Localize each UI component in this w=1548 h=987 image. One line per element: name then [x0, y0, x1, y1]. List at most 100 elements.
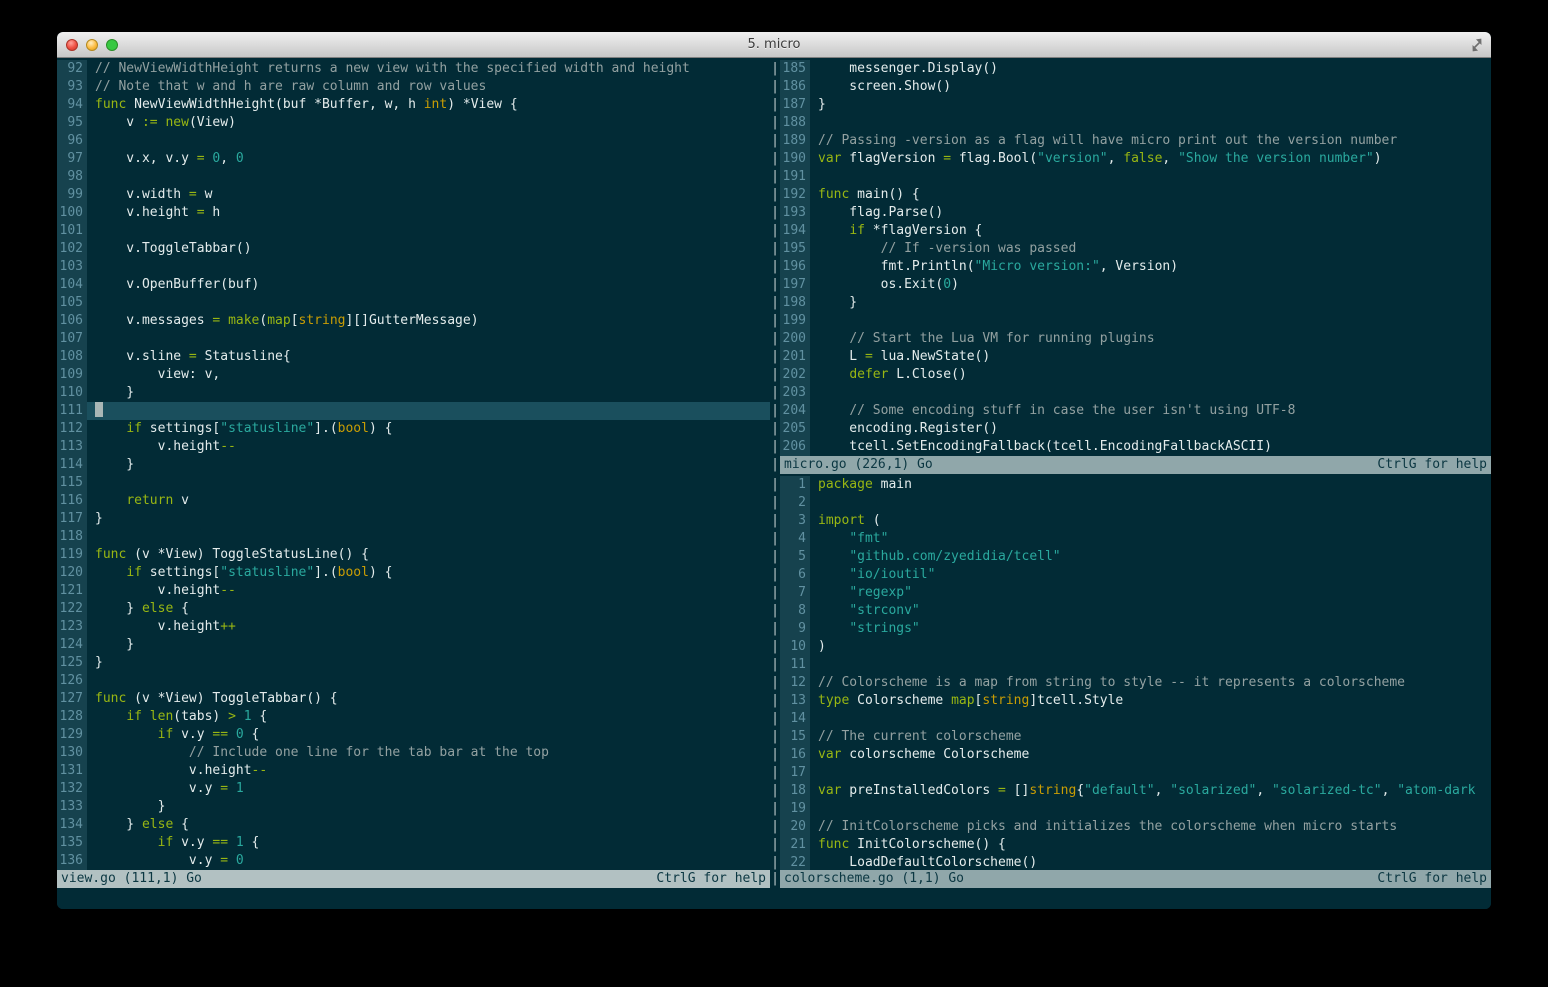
code-line[interactable]: | 185 messenger.Display(): [770, 60, 1491, 78]
code-line[interactable]: | 12 // Colorscheme is a map from string t…: [770, 674, 1491, 692]
code-line[interactable]: 110 }: [57, 384, 770, 402]
line-number: 123: [57, 618, 87, 636]
code-line[interactable]: 118: [57, 528, 770, 546]
code-line[interactable]: 92 // NewViewWidthHeight returns a new vi…: [57, 60, 770, 78]
code-line[interactable]: | 18 var preInstalledColors = []string{"de…: [770, 782, 1491, 800]
code-line[interactable]: | 197 os.Exit(0): [770, 276, 1491, 294]
code-line[interactable]: | 9 "strings": [770, 620, 1491, 638]
code-line[interactable]: 119 func (v *View) ToggleStatusLine() {: [57, 546, 770, 564]
code-line[interactable]: | 205 encoding.Register(): [770, 420, 1491, 438]
code-line[interactable]: | 4 "fmt": [770, 530, 1491, 548]
code-line[interactable]: 111: [57, 402, 770, 420]
code-line[interactable]: 124 }: [57, 636, 770, 654]
code-line[interactable]: 105: [57, 294, 770, 312]
code-line[interactable]: | 19: [770, 800, 1491, 818]
code-line[interactable]: 123 v.height++: [57, 618, 770, 636]
code-line[interactable]: | 188: [770, 114, 1491, 132]
code-line[interactable]: | 202 defer L.Close(): [770, 366, 1491, 384]
code-line[interactable]: 108 v.sline = Statusline{: [57, 348, 770, 366]
code-line[interactable]: 130 // Include one line for the tab bar …: [57, 744, 770, 762]
code-line[interactable]: | 20 // InitColorscheme picks and initiali…: [770, 818, 1491, 836]
code-line[interactable]: | 16 var colorscheme Colorscheme: [770, 746, 1491, 764]
code-line[interactable]: | 201 L = lua.NewState(): [770, 348, 1491, 366]
code-line[interactable]: 116 return v: [57, 492, 770, 510]
code-line[interactable]: | 194 if *flagVersion {: [770, 222, 1491, 240]
code-line[interactable]: | 206 tcell.SetEncodingFallback(tcell.Enc…: [770, 438, 1491, 456]
code-line[interactable]: | 200 // Start the Lua VM for running plu…: [770, 330, 1491, 348]
code-line[interactable]: 126: [57, 672, 770, 690]
code-line[interactable]: 107: [57, 330, 770, 348]
code-line[interactable]: 127 func (v *View) ToggleTabbar() {: [57, 690, 770, 708]
code-line[interactable]: 96: [57, 132, 770, 150]
code-line[interactable]: | 204 // Some encoding stuff in case the …: [770, 402, 1491, 420]
code-line[interactable]: | 195 // If -version was passed: [770, 240, 1491, 258]
code-line[interactable]: | 187}: [770, 96, 1491, 114]
code-line[interactable]: | 6 "io/ioutil": [770, 566, 1491, 584]
code-line[interactable]: 100 v.height = h: [57, 204, 770, 222]
code-line[interactable]: 136 v.y = 0: [57, 852, 770, 870]
code-line[interactable]: | 11: [770, 656, 1491, 674]
code-line[interactable]: | 203: [770, 384, 1491, 402]
code-line[interactable]: | 196 fmt.Println("Micro version:", Versi…: [770, 258, 1491, 276]
code-line[interactable]: 133 }: [57, 798, 770, 816]
pane-divider: |: [771, 729, 779, 744]
code-line[interactable]: | 17: [770, 764, 1491, 782]
code-line[interactable]: 131 v.height--: [57, 762, 770, 780]
code-line[interactable]: | 7 "regexp": [770, 584, 1491, 602]
code-line[interactable]: 104 v.OpenBuffer(buf): [57, 276, 770, 294]
code-line[interactable]: 101: [57, 222, 770, 240]
code-line[interactable]: 129 if v.y == 0 {: [57, 726, 770, 744]
code-line[interactable]: 135 if v.y == 1 {: [57, 834, 770, 852]
code-line[interactable]: | 21 func InitColorscheme() {: [770, 836, 1491, 854]
code-line[interactable]: 97 v.x, v.y = 0, 0: [57, 150, 770, 168]
code-line[interactable]: | 22 LoadDefaultColorscheme(): [770, 854, 1491, 870]
code-line[interactable]: 113 v.height--: [57, 438, 770, 456]
code-line[interactable]: 132 v.y = 1: [57, 780, 770, 798]
resize-icon[interactable]: [1469, 37, 1485, 53]
code-line[interactable]: 112 if settings["statusline"].(bool) {: [57, 420, 770, 438]
code-line[interactable]: | 190 var flagVersion = flag.Bool("version…: [770, 150, 1491, 168]
code-line[interactable]: 125}: [57, 654, 770, 672]
code-line[interactable]: | 13 type Colorscheme map[string]tcell.Sty…: [770, 692, 1491, 710]
code-line[interactable]: 128 if len(tabs) > 1 {: [57, 708, 770, 726]
code-line[interactable]: 122 } else {: [57, 600, 770, 618]
editor-pane-colorscheme-go[interactable]: | 1 package main | 2 | 3 import (| 4 "fmt" | 5 "gi…: [770, 474, 1491, 870]
code-line[interactable]: 117}: [57, 510, 770, 528]
code-line[interactable]: | 1 package main: [770, 476, 1491, 494]
code-line[interactable]: 99 v.width = w: [57, 186, 770, 204]
code-line[interactable]: | 14: [770, 710, 1491, 728]
pane-divider: |: [771, 603, 779, 618]
line-number: 106: [57, 312, 87, 330]
code-line[interactable]: | 198 }: [770, 294, 1491, 312]
code-line[interactable]: | 15 // The current colorscheme: [770, 728, 1491, 746]
code-line[interactable]: 120 if settings["statusline"].(bool) {: [57, 564, 770, 582]
command-line[interactable]: [57, 888, 1491, 909]
code-line[interactable]: 114 }: [57, 456, 770, 474]
code-line[interactable]: 102 v.ToggleTabbar(): [57, 240, 770, 258]
code-line[interactable]: | 199: [770, 312, 1491, 330]
code-line[interactable]: | 8 "strconv": [770, 602, 1491, 620]
code-line[interactable]: 121 v.height--: [57, 582, 770, 600]
code-line[interactable]: 98: [57, 168, 770, 186]
code-line[interactable]: 93 // Note that w and h are raw column an…: [57, 78, 770, 96]
editor-pane-micro-go[interactable]: | 185 messenger.Display() | 186 screen.Show…: [770, 58, 1491, 456]
window-titlebar[interactable]: 5. micro: [57, 32, 1491, 58]
code-line[interactable]: 134 } else {: [57, 816, 770, 834]
code-line[interactable]: 103: [57, 258, 770, 276]
code-line[interactable]: 95 v := new(View): [57, 114, 770, 132]
code-line[interactable]: | 192 func main() {: [770, 186, 1491, 204]
editor-pane-view-go[interactable]: 92 // NewViewWidthHeight returns a new vi…: [57, 58, 770, 870]
code-line[interactable]: | 3 import (: [770, 512, 1491, 530]
code-line[interactable]: 94 func NewViewWidthHeight(buf *Buffer, w…: [57, 96, 770, 114]
code-line[interactable]: | 2: [770, 494, 1491, 512]
code-line[interactable]: | 193 flag.Parse(): [770, 204, 1491, 222]
code-line[interactable]: | 186 screen.Show(): [770, 78, 1491, 96]
code-line[interactable]: | 5 "github.com/zyedidia/tcell": [770, 548, 1491, 566]
code-line[interactable]: | 191: [770, 168, 1491, 186]
code-line[interactable]: | 189 // Passing -version as a flag will h…: [770, 132, 1491, 150]
code-line[interactable]: 115: [57, 474, 770, 492]
code-line[interactable]: 109 view: v,: [57, 366, 770, 384]
code-line[interactable]: | 10): [770, 638, 1491, 656]
code-line[interactable]: 106 v.messages = make(map[string][]Gutte…: [57, 312, 770, 330]
